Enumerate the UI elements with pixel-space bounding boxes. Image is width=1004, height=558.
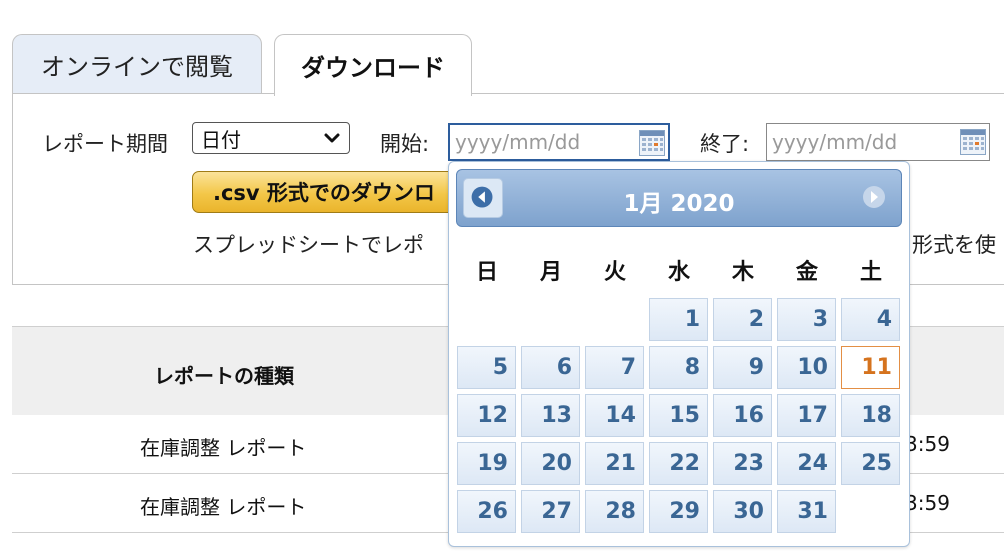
column-header-report-type: レポートの種類: [154, 364, 294, 388]
chevron-down-icon: [324, 133, 340, 143]
calendar-day[interactable]: 29: [649, 490, 708, 533]
tab-download[interactable]: ダウンロード: [274, 34, 472, 96]
report-type-cell: 在庫調整 レポート: [140, 495, 307, 519]
weekday-header: 火: [603, 260, 626, 285]
calendar-day[interactable]: 1: [649, 298, 708, 341]
calendar-day[interactable]: 28: [585, 490, 644, 533]
weekday-header: 金: [795, 260, 818, 285]
calendar-day[interactable]: 2: [713, 298, 772, 341]
calendar-month-title: 1月 2020: [623, 191, 735, 217]
time-cell: 3:59: [905, 491, 950, 515]
csv-download-button[interactable]: .csv 形式でのダウンロ: [192, 171, 482, 213]
weekday-header: 土: [859, 260, 882, 285]
date-picker-popup: 1月 2020 日月火水木金土 1 2 3 4 5 6 7 8 9 10 11 12 13 14 15 16 17…: [448, 161, 910, 547]
report-type-cell: 在庫調整 レポート: [140, 436, 307, 460]
start-date-input[interactable]: yyyy/mm/dd: [448, 123, 670, 161]
calendar-day[interactable]: 26: [457, 490, 516, 533]
calendar-day[interactable]: 6: [521, 346, 580, 389]
calendar-day[interactable]: 15: [649, 394, 708, 437]
calendar-day[interactable]: 3: [777, 298, 836, 341]
weekday-header: 月: [539, 260, 562, 285]
report-period-select[interactable]: 日付: [192, 122, 350, 154]
calendar-icon[interactable]: [960, 129, 986, 155]
end-date-input[interactable]: yyyy/mm/dd: [766, 123, 990, 161]
calendar-day[interactable]: 24: [777, 442, 836, 485]
end-date-placeholder: yyyy/mm/dd: [772, 130, 898, 154]
calendar-day[interactable]: 21: [585, 442, 644, 485]
calendar-day-today[interactable]: 11: [841, 346, 900, 389]
calendar-day[interactable]: 4: [841, 298, 900, 341]
calendar-day[interactable]: 10: [777, 346, 836, 389]
csv-download-label: .csv 形式でのダウンロ: [213, 181, 435, 205]
calendar-day[interactable]: 27: [521, 490, 580, 533]
weekday-header: 木: [731, 260, 754, 285]
start-date-placeholder: yyyy/mm/dd: [455, 130, 581, 154]
calendar-day[interactable]: 14: [585, 394, 644, 437]
end-label: 終了:: [700, 132, 750, 156]
download-note-tail: 形式を使: [912, 233, 996, 257]
calendar-icon[interactable]: [639, 130, 665, 156]
calendar-day[interactable]: 31: [777, 490, 836, 533]
report-period-label: レポート期間: [42, 132, 168, 156]
calendar-day[interactable]: 5: [457, 346, 516, 389]
calendar-header: 1月 2020: [456, 169, 902, 227]
calendar-day[interactable]: 12: [457, 394, 516, 437]
start-label: 開始:: [380, 132, 430, 156]
calendar-day[interactable]: 20: [521, 442, 580, 485]
next-month-button[interactable]: [861, 184, 887, 210]
calendar-day[interactable]: 22: [649, 442, 708, 485]
calendar-day[interactable]: 16: [713, 394, 772, 437]
tab-label: ダウンロード: [301, 54, 445, 82]
report-period-value: 日付: [201, 127, 241, 152]
download-note: スプレッドシートでレポ: [193, 233, 424, 257]
calendar-day[interactable]: 17: [777, 394, 836, 437]
tab-view-online[interactable]: オンラインで閲覧: [12, 34, 262, 94]
tab-label: オンラインで閲覧: [41, 53, 233, 81]
calendar-day[interactable]: 23: [713, 442, 772, 485]
weekday-header: 水: [667, 260, 690, 285]
calendar-day[interactable]: 18: [841, 394, 900, 437]
calendar-day[interactable]: 7: [585, 346, 644, 389]
calendar-day[interactable]: 30: [713, 490, 772, 533]
calendar-day[interactable]: 19: [457, 442, 516, 485]
calendar-day[interactable]: 13: [521, 394, 580, 437]
calendar-day[interactable]: 8: [649, 346, 708, 389]
weekday-header: 日: [475, 260, 498, 285]
calendar-day[interactable]: 25: [841, 442, 900, 485]
time-cell: 3:59: [905, 432, 950, 456]
calendar-day[interactable]: 9: [713, 346, 772, 389]
